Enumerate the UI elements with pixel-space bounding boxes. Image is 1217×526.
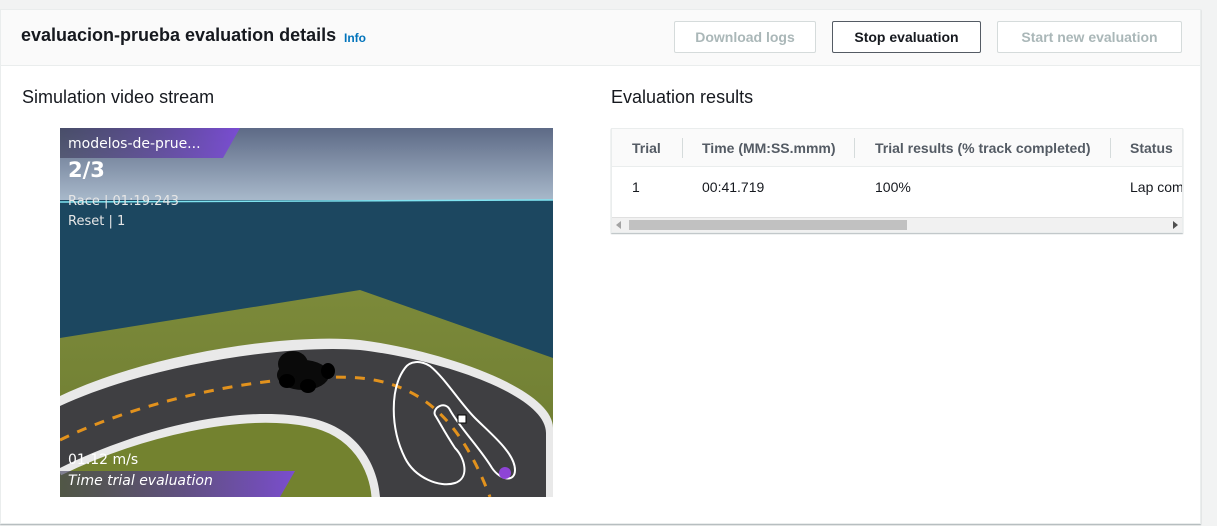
cell-time: 00:41.719 — [702, 179, 765, 195]
panel-header: evaluacion-prueba evaluation details Inf… — [1, 10, 1200, 66]
evaluation-results-table: Trial Time (MM:SS.mmm) Trial results (% … — [611, 128, 1183, 233]
column-divider[interactable] — [1110, 138, 1111, 158]
table-row: 1 00:41.719 100% Lap com — [612, 168, 1183, 206]
results-section-title: Evaluation results — [611, 87, 754, 107]
scroll-right-icon[interactable] — [1173, 221, 1178, 229]
download-logs-button[interactable]: Download logs — [674, 21, 816, 53]
page-title: evaluacion-prueba evaluation details — [21, 25, 337, 45]
cell-trial: 1 — [632, 179, 640, 195]
simulation-video-stream: modelos-de-prue... 2/3 Race | 01:19.243 … — [60, 128, 553, 497]
race-time-overlay: Race | 01:19.243 — [68, 194, 179, 209]
column-header-status[interactable]: Status — [1130, 129, 1173, 167]
evaluation-mode-overlay: Time trial evaluation — [68, 473, 213, 489]
column-divider[interactable] — [854, 138, 855, 158]
table-header: Trial Time (MM:SS.mmm) Trial results (% … — [612, 129, 1182, 167]
horizontal-scrollbar[interactable] — [612, 217, 1182, 232]
lap-counter-overlay: 2/3 — [68, 158, 105, 182]
stop-evaluation-button[interactable]: Stop evaluation — [832, 21, 981, 53]
reset-count-overlay: Reset | 1 — [68, 214, 126, 229]
speed-overlay: 01.12 m/s — [68, 452, 139, 468]
cell-status: Lap com — [1130, 179, 1183, 195]
column-header-time[interactable]: Time (MM:SS.mmm) — [702, 129, 836, 167]
scrollbar-thumb[interactable] — [629, 220, 907, 230]
model-name-overlay: modelos-de-prue... — [68, 136, 201, 152]
evaluation-details-panel: evaluacion-prueba evaluation details Inf… — [0, 9, 1201, 524]
column-divider[interactable] — [682, 138, 683, 158]
simulation-scene — [60, 128, 553, 497]
scroll-left-icon[interactable] — [616, 221, 621, 229]
start-new-evaluation-button[interactable]: Start new evaluation — [997, 21, 1182, 53]
column-header-trial-results[interactable]: Trial results (% track completed) — [875, 129, 1091, 167]
video-section-title: Simulation video stream — [22, 87, 215, 107]
column-header-trial[interactable]: Trial — [632, 129, 661, 167]
cell-completed: 100% — [875, 179, 911, 195]
info-link[interactable]: Info — [344, 31, 366, 45]
